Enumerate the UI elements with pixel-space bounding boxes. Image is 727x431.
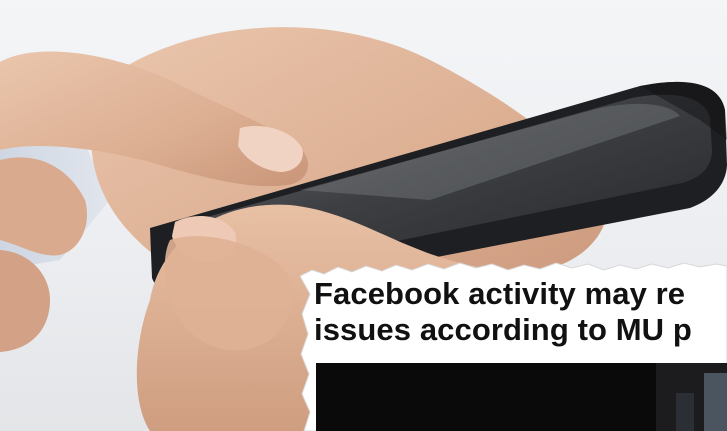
photo-collage: Facebook activity may re issues accordin…	[0, 0, 727, 431]
headline-line-1: Facebook activity may re	[314, 276, 686, 311]
lower-finger-shape	[0, 250, 50, 352]
article-headline: Facebook activity may re issues accordin…	[314, 276, 727, 348]
headline-line-2: issues according to MU p	[314, 312, 692, 347]
news-clipping: Facebook activity may re issues accordin…	[300, 262, 727, 431]
article-photo	[316, 363, 727, 431]
